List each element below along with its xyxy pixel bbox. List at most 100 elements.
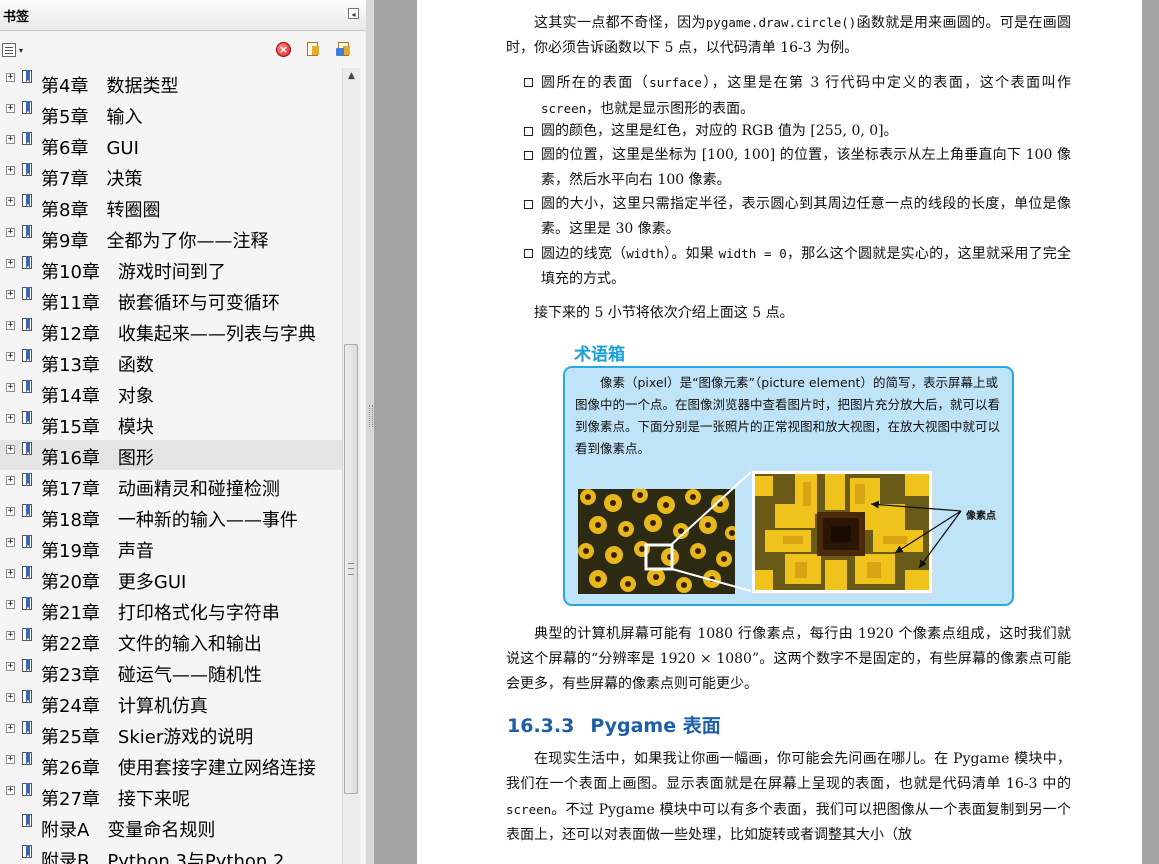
bookmark-item[interactable]: + 第12章 收集起来——列表与字典 [0, 316, 342, 346]
grip-icon [369, 405, 373, 427]
panel-title: 书签 [3, 10, 30, 25]
bookmark-item[interactable]: + 第25章 Skier游戏的说明 [0, 719, 342, 749]
bookmark-item[interactable]: + 第10章 游戏时间到了 [0, 254, 342, 284]
bookmark-label: 第9章 全都为了你——注释 [41, 231, 269, 252]
bookmark-item[interactable]: 附录A 变量命名规则 [0, 812, 342, 842]
delete-icon: × [276, 42, 291, 57]
bookmark-icon [20, 225, 34, 243]
bookmark-item[interactable]: + 第4章 数据类型 [0, 68, 342, 98]
bookmark-item[interactable]: + 第21章 打印格式化与字符串 [0, 595, 342, 625]
new-bookmark-button[interactable] [305, 42, 322, 59]
expand-toggle-icon[interactable]: + [6, 631, 15, 640]
bookmark-item[interactable]: + 第23章 碰运气——随机性 [0, 657, 342, 687]
expand-toggle-icon[interactable]: + [6, 73, 15, 82]
expand-toggle-icon[interactable]: + [6, 321, 15, 330]
expand-toggle-icon[interactable]: + [6, 786, 15, 795]
bookmark-item[interactable]: + 第6章 GUI [0, 130, 342, 160]
expand-toggle-icon[interactable]: + [6, 290, 15, 299]
bookmark-icon [20, 473, 34, 491]
term-box: 像素（pixel）是“图像元素”（picture element）的简写，表示屏… [563, 366, 1014, 606]
expand-toggle-icon[interactable]: + [6, 166, 15, 175]
bookmark-item[interactable]: + 第18章 一种新的输入——事件 [0, 502, 342, 532]
expand-toggle-icon[interactable]: + [6, 755, 15, 764]
bookmark-item[interactable]: + 第19章 声音 [0, 533, 342, 563]
bookmark-label: 第13章 函数 [41, 355, 154, 376]
bookmark-item[interactable]: + 第20章 更多GUI [0, 564, 342, 594]
checkbox-bullet-icon [524, 200, 533, 209]
bookmark-label: 第10章 游戏时间到了 [41, 262, 226, 283]
expand-toggle-icon[interactable]: + [6, 693, 15, 702]
scroll-up-button[interactable]: ▲ [343, 68, 360, 85]
bookmark-tree: + 第4章 数据类型 + 第5章 输入 + 第6章 GUI + 第7章 决策 + 第8章 转圈圈 + 第9章 全都… [0, 68, 342, 864]
expand-toggle-icon[interactable]: + [6, 600, 15, 609]
expand-toggle-icon[interactable]: + [6, 445, 15, 454]
expand-toggle-icon[interactable]: + [6, 476, 15, 485]
bookmark-label: 附录A 变量命名规则 [41, 820, 216, 841]
expand-toggle-icon[interactable]: + [6, 662, 15, 671]
delete-bookmark-button[interactable]: × [276, 42, 293, 59]
bookmark-item[interactable]: + 第13章 函数 [0, 347, 342, 377]
bookmark-label: 第15章 模块 [41, 417, 154, 438]
collapse-panel-button[interactable]: ◂ [348, 8, 359, 19]
section-heading: 16.3.3 Pygame 表面 [507, 715, 721, 737]
term-box-heading: 术语箱 [574, 345, 625, 365]
bookmark-item[interactable]: + 第17章 动画精灵和碰撞检测 [0, 471, 342, 501]
bookmark-label: 第6章 GUI [41, 138, 139, 159]
bookmark-icon [20, 504, 34, 522]
bookmark-item[interactable]: + 第22章 文件的输入和输出 [0, 626, 342, 656]
expand-toggle-icon[interactable]: + [6, 352, 15, 361]
bookmark-item[interactable]: + 第11章 嵌套循环与可变循环 [0, 285, 342, 315]
bookmark-icon [20, 566, 34, 584]
expand-toggle-icon[interactable]: + [6, 104, 15, 113]
next-paragraph: 接下来的 5 小节将依次介绍上面这 5 点。 [534, 305, 794, 321]
surface-paragraph: 在现实生活中，如果我让你画一幅画，你可能会先问画在哪儿。在 Pygame 模块中… [506, 751, 1071, 843]
bookmark-item[interactable]: + 第5章 输入 [0, 99, 342, 129]
bookmark-label: 第17章 动画精灵和碰撞检测 [41, 479, 280, 500]
bookmark-item[interactable]: + 第14章 对象 [0, 378, 342, 408]
bookmark-label: 第25章 Skier游戏的说明 [41, 727, 254, 748]
bookmark-icon [20, 256, 34, 274]
bookmark-item[interactable]: + 第9章 全都为了你——注释 [0, 223, 342, 253]
expand-bookmark-button[interactable] [336, 42, 353, 59]
expand-toggle-icon[interactable]: + [6, 538, 15, 547]
bookmark-item[interactable]: + 第24章 计算机仿真 [0, 688, 342, 718]
bookmark-item[interactable]: + 第16章 图形 [0, 440, 342, 470]
bookmark-item[interactable]: 附录B Python 3与Python 2 [0, 843, 342, 864]
expand-toggle-icon[interactable]: + [6, 383, 15, 392]
bookmark-scrollbar[interactable]: ▲ [342, 68, 360, 864]
expand-toggle-icon[interactable]: + [6, 507, 15, 516]
bookmark-label: 第27章 接下来呢 [41, 789, 190, 810]
expand-toggle-icon[interactable]: + [6, 135, 15, 144]
intro-paragraph: 这其实一点都不奇怪，因为pygame.draw.circle()函数就是用来画圆… [506, 15, 1072, 56]
chevron-down-icon: ▾ [19, 46, 24, 55]
expand-toggle-icon[interactable]: + [6, 197, 15, 206]
bookmark-label: 第16章 图形 [41, 448, 154, 469]
scroll-thumb[interactable] [344, 344, 358, 794]
bookmark-label: 第20章 更多GUI [41, 572, 187, 593]
bookmark-item[interactable]: + 第15章 模块 [0, 409, 342, 439]
pixel-arrows [870, 500, 962, 569]
bookmark-item[interactable]: + 第26章 使用套接字建立网络连接 [0, 750, 342, 780]
bookmark-icon [20, 659, 34, 677]
bookmark-item[interactable]: + 第27章 接下来呢 [0, 781, 342, 811]
new-bookmark-icon [305, 42, 320, 58]
bullet-item: 圆的颜色，这里是红色，对应的 RGB 值为 [255, 0, 0]。 [524, 119, 1071, 144]
expand-toggle-icon[interactable]: + [6, 414, 15, 423]
bookmark-icon [20, 752, 34, 770]
expand-toggle-icon[interactable]: + [6, 228, 15, 237]
options-menu-button[interactable]: ▾ [2, 42, 28, 60]
bookmark-label: 第24章 计算机仿真 [41, 696, 208, 717]
bookmark-label: 第5章 输入 [41, 107, 143, 128]
expand-toggle-icon[interactable]: + [6, 259, 15, 268]
expand-toggle-icon[interactable]: + [6, 569, 15, 578]
bookmark-label: 第22章 文件的输入和输出 [41, 634, 262, 655]
bookmarks-toolbar: ▾ × [0, 36, 366, 66]
bookmark-label: 第21章 打印格式化与字符串 [41, 603, 280, 624]
bookmark-item[interactable]: + 第7章 决策 [0, 161, 342, 191]
panel-splitter[interactable] [366, 0, 374, 864]
bookmark-label: 第7章 决策 [41, 169, 143, 190]
bullet-item: 圆的位置，这里是坐标为 [100, 100] 的位置，该坐标表示从左上角垂直向下… [524, 143, 1071, 193]
bookmark-item[interactable]: + 第8章 转圈圈 [0, 192, 342, 222]
bookmark-icon [20, 132, 34, 150]
expand-toggle-icon[interactable]: + [6, 724, 15, 733]
